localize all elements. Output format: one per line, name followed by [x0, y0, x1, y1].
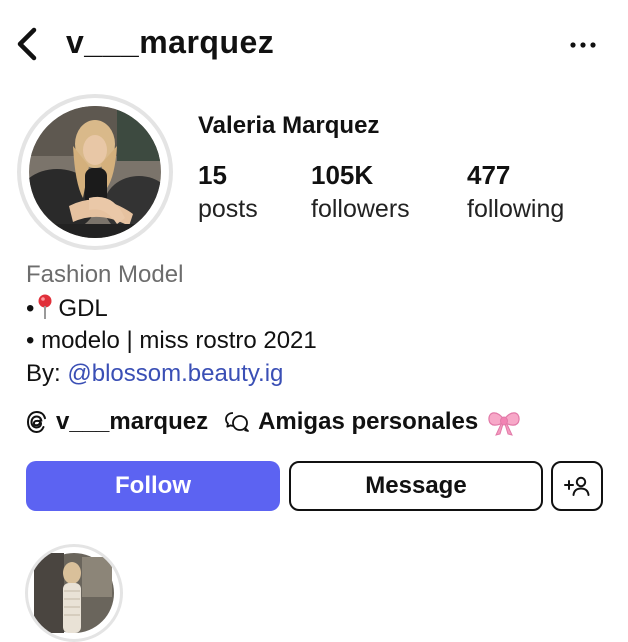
profile-links-row: v___marquez Amigas personales: [26, 408, 522, 436]
bio-location-text: GDL: [58, 295, 108, 322]
stat-following-label: following: [467, 195, 565, 223]
avatar-photo: [29, 106, 161, 238]
header-username: v___marquez: [66, 24, 275, 60]
add-person-icon: [564, 476, 590, 496]
bio-bullet: •: [26, 295, 35, 322]
stat-following-count: 477: [467, 160, 511, 190]
group-chat-link[interactable]: Amigas personales: [224, 408, 522, 436]
pink-bow-icon: [488, 412, 520, 436]
highlight-photo: [34, 553, 114, 633]
threads-link[interactable]: v___marquez: [26, 408, 208, 436]
bio-mention-link[interactable]: @blossom.beauty.ig: [67, 360, 283, 387]
profile-avatar[interactable]: [17, 94, 173, 250]
stat-followers[interactable]: 105K followers: [311, 160, 410, 224]
stat-posts-label: posts: [198, 195, 258, 223]
stat-posts[interactable]: 15 posts: [198, 160, 258, 224]
message-button[interactable]: Message: [289, 461, 543, 511]
threads-handle: v___marquez: [56, 408, 209, 435]
stat-following[interactable]: 477 following: [467, 160, 564, 224]
location-pin-icon: [38, 294, 52, 320]
threads-icon: [26, 410, 46, 434]
stat-followers-label: followers: [311, 195, 410, 223]
bio-line-location: • GDL: [26, 294, 108, 323]
bio-line-credit: By: @blossom.beauty.ig: [26, 360, 283, 388]
story-highlight[interactable]: [25, 544, 123, 642]
group-name: Amigas personales: [258, 408, 479, 435]
back-chevron-icon[interactable]: [12, 24, 42, 64]
stat-posts-count: 15: [198, 160, 227, 190]
follow-button[interactable]: Follow: [26, 461, 280, 511]
more-options-icon[interactable]: [568, 38, 598, 52]
suggested-users-button[interactable]: [551, 461, 603, 511]
stat-followers-count: 105K: [311, 160, 374, 190]
chat-bubbles-icon: [225, 412, 249, 432]
display-name: Valeria Marquez: [198, 112, 380, 139]
bio-credit-prefix: By:: [26, 360, 61, 387]
bio-line-description: • modelo | miss rostro 2021: [26, 327, 317, 354]
bio-category: Fashion Model: [26, 261, 184, 288]
